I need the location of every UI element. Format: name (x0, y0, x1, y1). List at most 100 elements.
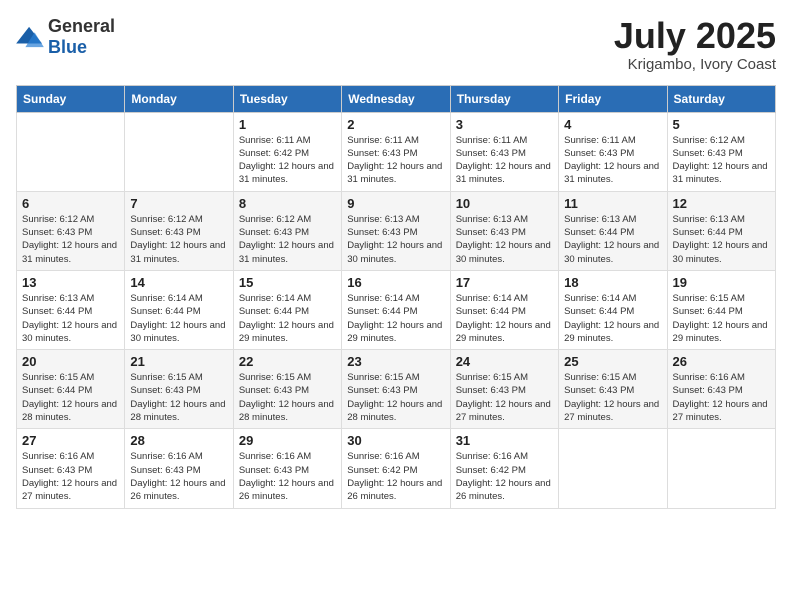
day-number: 1 (239, 117, 336, 132)
weekday-header-monday: Monday (125, 85, 233, 112)
day-cell (17, 112, 125, 191)
day-number: 17 (456, 275, 553, 290)
day-cell: 11 Sunrise: 6:13 AMSunset: 6:44 PMDayligh… (559, 191, 667, 270)
day-cell: 4 Sunrise: 6:11 AMSunset: 6:43 PMDaylight… (559, 112, 667, 191)
day-cell: 28Sunrise: 6:16 AMSunset: 6:43 PMDayligh… (125, 429, 233, 508)
day-number: 7 (130, 196, 227, 211)
day-info: Sunrise: 6:11 AMSunset: 6:43 PMDaylight:… (347, 134, 444, 187)
day-cell: 5Sunrise: 6:12 AMSunset: 6:43 PMDaylight… (667, 112, 775, 191)
day-number: 19 (673, 275, 770, 290)
day-info: Sunrise: 6:15 AMSunset: 6:43 PMDaylight:… (239, 371, 336, 424)
day-number: 8 (239, 196, 336, 211)
day-cell: 14Sunrise: 6:14 AMSunset: 6:44 PMDayligh… (125, 270, 233, 349)
day-cell: 2 Sunrise: 6:11 AMSunset: 6:43 PMDaylight… (342, 112, 450, 191)
day-number: 11 (564, 196, 661, 211)
day-cell: 15 Sunrise: 6:14 AMSunset: 6:44 PMDayligh… (233, 270, 341, 349)
day-info: Sunrise: 6:15 AMSunset: 6:44 PMDaylight:… (22, 371, 119, 424)
day-info: Sunrise: 6:11 AMSunset: 6:43 PMDaylight:… (456, 134, 553, 187)
day-info: Sunrise: 6:11 AMSunset: 6:43 PMDaylight:… (564, 134, 661, 187)
day-cell (125, 112, 233, 191)
day-number: 4 (564, 117, 661, 132)
day-number: 14 (130, 275, 227, 290)
day-cell: 7Sunrise: 6:12 AMSunset: 6:43 PMDaylight… (125, 191, 233, 270)
day-number: 20 (22, 354, 119, 369)
day-info: Sunrise: 6:16 AMSunset: 6:43 PMDaylight:… (673, 371, 770, 424)
day-number: 21 (130, 354, 227, 369)
weekday-header-wednesday: Wednesday (342, 85, 450, 112)
calendar-table: SundayMondayTuesdayWednesdayThursdayFrid… (16, 85, 776, 509)
week-row-5: 27 Sunrise: 6:16 AMSunset: 6:43 PMDayligh… (17, 429, 776, 508)
day-info: Sunrise: 6:12 AMSunset: 6:43 PMDaylight:… (22, 213, 119, 266)
weekday-header-row: SundayMondayTuesdayWednesdayThursdayFrid… (17, 85, 776, 112)
day-number: 2 (347, 117, 444, 132)
day-cell: 23 Sunrise: 6:15 AMSunset: 6:43 PMDayligh… (342, 350, 450, 429)
day-cell: 17 Sunrise: 6:14 AMSunset: 6:44 PMDayligh… (450, 270, 558, 349)
day-cell: 10Sunrise: 6:13 AMSunset: 6:43 PMDayligh… (450, 191, 558, 270)
week-row-4: 20 Sunrise: 6:15 AMSunset: 6:44 PMDayligh… (17, 350, 776, 429)
logo-text: General Blue (48, 16, 115, 58)
day-number: 30 (347, 433, 444, 448)
week-row-1: 1Sunrise: 6:11 AMSunset: 6:42 PMDaylight… (17, 112, 776, 191)
day-info: Sunrise: 6:13 AMSunset: 6:44 PMDaylight:… (564, 213, 661, 266)
logo-blue: Blue (48, 37, 87, 57)
day-number: 27 (22, 433, 119, 448)
logo: General Blue (16, 16, 115, 58)
day-info: Sunrise: 6:16 AMSunset: 6:43 PMDaylight:… (22, 450, 119, 503)
weekday-header-thursday: Thursday (450, 85, 558, 112)
weekday-header-saturday: Saturday (667, 85, 775, 112)
day-info: Sunrise: 6:14 AMSunset: 6:44 PMDaylight:… (239, 292, 336, 345)
day-number: 23 (347, 354, 444, 369)
day-number: 5 (673, 117, 770, 132)
day-number: 3 (456, 117, 553, 132)
day-info: Sunrise: 6:15 AMSunset: 6:43 PMDaylight:… (564, 371, 661, 424)
day-cell: 31Sunrise: 6:16 AMSunset: 6:42 PMDayligh… (450, 429, 558, 508)
day-number: 16 (347, 275, 444, 290)
weekday-header-tuesday: Tuesday (233, 85, 341, 112)
page-header: General Blue July 2025 Krigambo, Ivory C… (16, 16, 776, 73)
day-number: 25 (564, 354, 661, 369)
day-cell: 29 Sunrise: 6:16 AMSunset: 6:43 PMDayligh… (233, 429, 341, 508)
day-info: Sunrise: 6:14 AMSunset: 6:44 PMDaylight:… (347, 292, 444, 345)
day-cell: 30Sunrise: 6:16 AMSunset: 6:42 PMDayligh… (342, 429, 450, 508)
day-number: 13 (22, 275, 119, 290)
week-row-3: 13 Sunrise: 6:13 AMSunset: 6:44 PMDayligh… (17, 270, 776, 349)
day-cell (667, 429, 775, 508)
weekday-header-friday: Friday (559, 85, 667, 112)
day-info: Sunrise: 6:13 AMSunset: 6:43 PMDaylight:… (456, 213, 553, 266)
day-info: Sunrise: 6:12 AMSunset: 6:43 PMDaylight:… (239, 213, 336, 266)
day-info: Sunrise: 6:15 AMSunset: 6:43 PMDaylight:… (347, 371, 444, 424)
day-number: 9 (347, 196, 444, 211)
day-info: Sunrise: 6:15 AMSunset: 6:43 PMDaylight:… (130, 371, 227, 424)
day-cell: 21 Sunrise: 6:15 AMSunset: 6:43 PMDayligh… (125, 350, 233, 429)
day-number: 22 (239, 354, 336, 369)
day-cell: 20 Sunrise: 6:15 AMSunset: 6:44 PMDayligh… (17, 350, 125, 429)
title-area: July 2025 Krigambo, Ivory Coast (614, 16, 776, 73)
day-cell: 18Sunrise: 6:14 AMSunset: 6:44 PMDayligh… (559, 270, 667, 349)
day-cell: 8 Sunrise: 6:12 AMSunset: 6:43 PMDaylight… (233, 191, 341, 270)
logo-general: General (48, 16, 115, 36)
day-cell: 27 Sunrise: 6:16 AMSunset: 6:43 PMDayligh… (17, 429, 125, 508)
day-cell (559, 429, 667, 508)
day-number: 6 (22, 196, 119, 211)
day-cell: 22 Sunrise: 6:15 AMSunset: 6:43 PMDayligh… (233, 350, 341, 429)
day-cell: 26Sunrise: 6:16 AMSunset: 6:43 PMDayligh… (667, 350, 775, 429)
day-info: Sunrise: 6:16 AMSunset: 6:43 PMDaylight:… (239, 450, 336, 503)
weekday-header-sunday: Sunday (17, 85, 125, 112)
day-info: Sunrise: 6:14 AMSunset: 6:44 PMDaylight:… (456, 292, 553, 345)
day-cell: 6 Sunrise: 6:12 AMSunset: 6:43 PMDaylight… (17, 191, 125, 270)
day-number: 29 (239, 433, 336, 448)
day-cell: 16 Sunrise: 6:14 AMSunset: 6:44 PMDayligh… (342, 270, 450, 349)
week-row-2: 6 Sunrise: 6:12 AMSunset: 6:43 PMDaylight… (17, 191, 776, 270)
day-cell: 19Sunrise: 6:15 AMSunset: 6:44 PMDayligh… (667, 270, 775, 349)
day-cell: 24Sunrise: 6:15 AMSunset: 6:43 PMDayligh… (450, 350, 558, 429)
day-info: Sunrise: 6:16 AMSunset: 6:43 PMDaylight:… (130, 450, 227, 503)
day-cell: 25 Sunrise: 6:15 AMSunset: 6:43 PMDayligh… (559, 350, 667, 429)
day-info: Sunrise: 6:13 AMSunset: 6:44 PMDaylight:… (22, 292, 119, 345)
day-number: 24 (456, 354, 553, 369)
logo-icon (16, 25, 44, 49)
day-number: 15 (239, 275, 336, 290)
day-info: Sunrise: 6:13 AMSunset: 6:43 PMDaylight:… (347, 213, 444, 266)
location-title: Krigambo, Ivory Coast (614, 56, 776, 73)
day-info: Sunrise: 6:14 AMSunset: 6:44 PMDaylight:… (564, 292, 661, 345)
day-cell: 12Sunrise: 6:13 AMSunset: 6:44 PMDayligh… (667, 191, 775, 270)
